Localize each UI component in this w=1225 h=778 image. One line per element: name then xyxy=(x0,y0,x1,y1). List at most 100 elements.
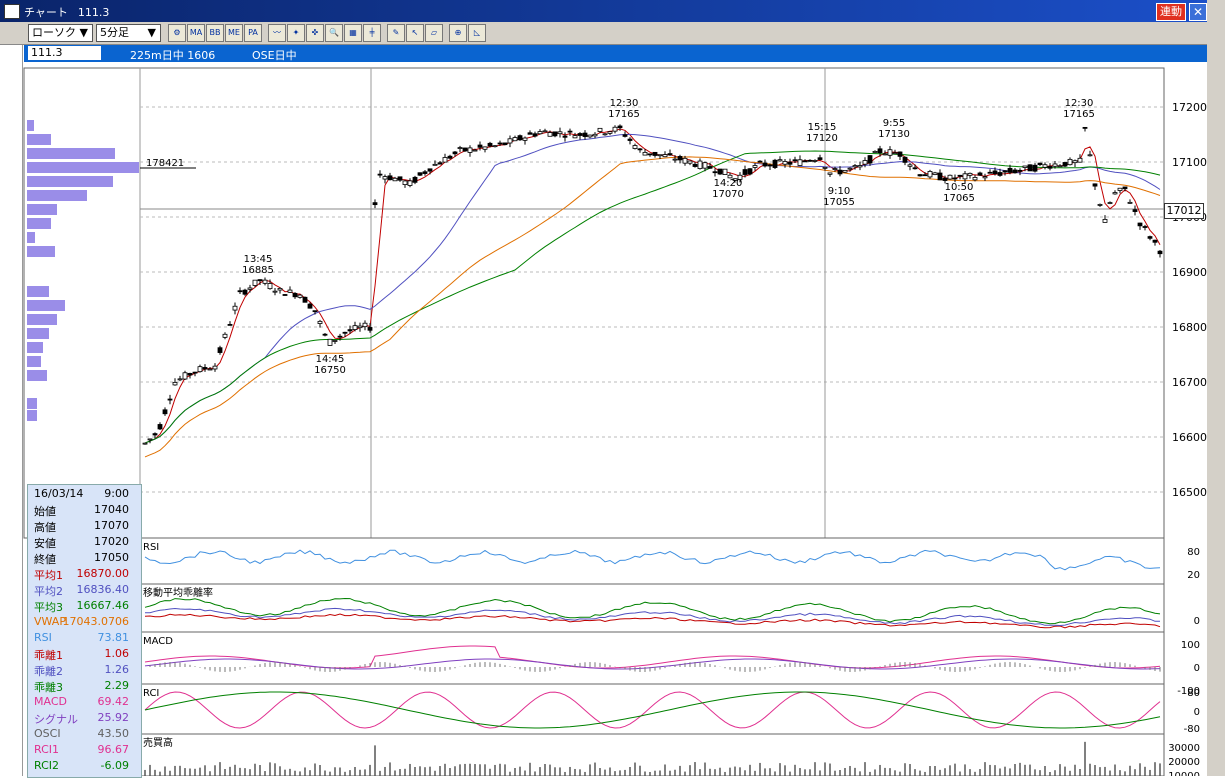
candle-body xyxy=(327,338,333,346)
candle-body xyxy=(1002,170,1008,173)
candle-body xyxy=(167,398,173,401)
candle-body xyxy=(967,172,973,176)
candle-body xyxy=(182,372,188,380)
candle-body xyxy=(232,305,238,311)
rci-panel xyxy=(139,683,1165,735)
candle-body xyxy=(437,162,443,165)
volume-profile-bar xyxy=(27,120,34,131)
annotation-time: 12:30 xyxy=(610,98,639,109)
candle-body xyxy=(1142,226,1148,228)
candle-body xyxy=(282,294,288,296)
ohlc-row: RCI2 -6.09 xyxy=(28,759,139,775)
ohlc-row: 安値 17020 xyxy=(28,535,139,551)
volume-profile-bar xyxy=(27,232,35,243)
candle-body xyxy=(772,159,778,168)
annotation-time: 14:45 xyxy=(316,354,345,365)
ohlc-value: 17043.0706 xyxy=(62,615,129,628)
volume-profile-bar xyxy=(27,342,43,353)
candle-body xyxy=(597,127,603,132)
rci-label: RCI xyxy=(143,688,159,699)
candle-body xyxy=(1027,164,1033,172)
macd-label: MACD xyxy=(143,636,173,647)
candle-body xyxy=(482,146,488,150)
volume-profile-bar xyxy=(27,286,49,297)
candle-body xyxy=(292,292,298,298)
candle-body xyxy=(237,290,243,293)
candle-body xyxy=(557,131,563,135)
ohlc-time: 9:00 xyxy=(104,487,129,500)
candle-body xyxy=(962,173,968,180)
candle-body xyxy=(147,438,153,441)
candle-body xyxy=(587,134,593,138)
ohlc-value: 69.42 xyxy=(97,695,130,708)
candle-body xyxy=(927,171,933,178)
candle-body xyxy=(602,133,608,136)
candle-body xyxy=(652,151,658,156)
ohlc-value: 17070 xyxy=(94,519,129,532)
candle-body xyxy=(417,172,423,176)
candle-body xyxy=(177,378,183,381)
candle-body xyxy=(717,168,723,175)
ohlc-row: 平均2 16836.40 xyxy=(28,583,139,599)
candle-body xyxy=(407,180,413,186)
candle-body xyxy=(977,172,983,176)
candle-body xyxy=(1077,157,1083,163)
candle-body xyxy=(447,155,453,159)
candle-body xyxy=(1117,187,1123,191)
candle-body xyxy=(847,167,853,170)
candle-body xyxy=(532,133,538,137)
candle-body xyxy=(1102,218,1108,223)
volume-label: 売買高 xyxy=(143,736,173,749)
candle-body xyxy=(1022,165,1028,168)
price-axis-label: 16500 xyxy=(1172,486,1207,499)
volume-profile-bar xyxy=(27,410,37,421)
candle-body xyxy=(542,130,548,133)
annotation-time: 14:20 xyxy=(714,178,743,189)
candle-body xyxy=(687,160,693,164)
candle-body xyxy=(1037,162,1043,166)
candle-body xyxy=(677,156,683,161)
ohlc-value: 96.67 xyxy=(97,743,130,756)
candle-body xyxy=(862,160,868,165)
candle-body xyxy=(1087,154,1093,157)
candle-body xyxy=(397,176,403,181)
ohlc-value: 73.81 xyxy=(97,631,130,644)
candle-body xyxy=(887,149,893,156)
volume-profile-bar xyxy=(27,398,37,409)
volume-profile-bar xyxy=(27,328,49,339)
candle-body xyxy=(812,160,818,162)
candle-body xyxy=(782,161,788,165)
ohlc-value: 1.06 xyxy=(104,647,130,660)
candle-body xyxy=(697,160,703,169)
candle-body xyxy=(1122,186,1128,190)
macd-panel xyxy=(139,631,1165,685)
annotation-time: 9:10 xyxy=(828,186,850,197)
ohlc-row: 高値 17070 xyxy=(28,519,139,535)
candle-body xyxy=(387,175,393,181)
ohlc-key: RCI2 xyxy=(34,759,60,772)
candle-body xyxy=(837,169,843,175)
candle-body xyxy=(202,367,208,370)
candle-body xyxy=(207,368,213,371)
macd-tick: 100 xyxy=(1181,640,1200,651)
candle-body xyxy=(607,131,613,134)
ohlc-value: 25.92 xyxy=(97,711,130,724)
rsi-panel xyxy=(139,537,1165,585)
ohlc-value: 16836.40 xyxy=(76,583,130,596)
candle-body xyxy=(352,325,358,330)
candle-body xyxy=(912,167,918,170)
candle-body xyxy=(747,168,753,175)
candle-body xyxy=(712,171,718,174)
candle-body xyxy=(797,159,803,166)
volume-profile-bar xyxy=(27,218,51,229)
candle-body xyxy=(537,131,543,135)
candle-body xyxy=(752,165,758,168)
ohlc-key: 高値 xyxy=(34,521,56,534)
candle-body xyxy=(497,142,503,145)
candle-body xyxy=(972,177,978,181)
candle-body xyxy=(1152,239,1158,243)
ohlc-row: RSI 73.81 xyxy=(28,631,139,647)
ohlc-row: 平均1 16870.00 xyxy=(28,567,139,583)
kairi-tick: 0 xyxy=(1194,616,1200,627)
chart-canvas[interactable]: 1720017100170001690016800167001660016500… xyxy=(0,0,1225,776)
